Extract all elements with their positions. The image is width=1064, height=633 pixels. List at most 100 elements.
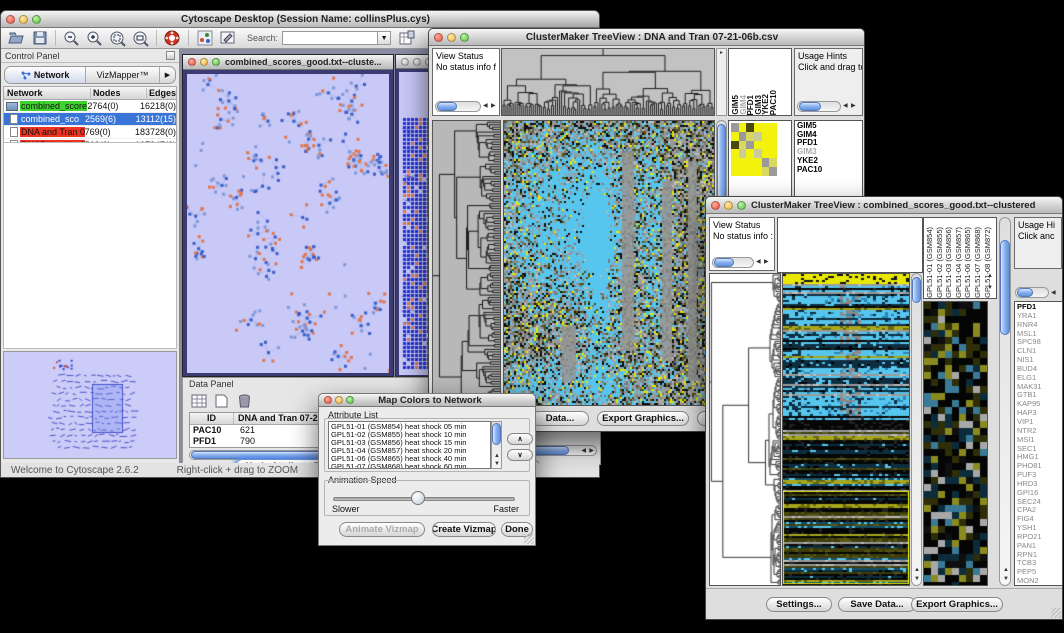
heatmap-canvas[interactable] <box>504 121 714 405</box>
matrix-cell[interactable] <box>746 141 754 150</box>
matrix-cell[interactable] <box>762 132 770 141</box>
delete-attribute-icon[interactable] <box>235 392 254 410</box>
zoom-window-icon[interactable] <box>460 33 469 42</box>
column-dendrogram-canvas[interactable] <box>502 49 714 115</box>
tab-vizmapper[interactable]: VizMapper™ <box>86 67 159 83</box>
save-data-button[interactable]: Save Data... <box>838 597 916 612</box>
matrix-cell[interactable] <box>754 123 762 132</box>
matrix-cell[interactable] <box>769 132 777 141</box>
minimize-icon[interactable] <box>447 33 456 42</box>
resize-grip[interactable] <box>524 534 534 544</box>
move-up-button[interactable]: ∧ <box>507 433 533 445</box>
matrix-cell[interactable] <box>769 123 777 132</box>
matrix-cell[interactable] <box>762 123 770 132</box>
resize-grip[interactable] <box>1051 608 1061 618</box>
matrix-cell[interactable] <box>762 149 770 158</box>
save-icon[interactable] <box>30 29 49 47</box>
treeview-dna-title-bar[interactable]: ClusterMaker TreeView : DNA and Tran 07-… <box>429 29 864 46</box>
close-icon[interactable] <box>401 58 409 66</box>
data-panel-hscrollbar-right[interactable]: ◀ ▶ <box>531 445 597 456</box>
matrix-cell[interactable] <box>762 141 770 150</box>
heatmap-vscrollbar[interactable]: ▲▼ <box>911 273 922 586</box>
close-icon[interactable] <box>188 58 196 66</box>
search-input[interactable] <box>282 31 378 45</box>
matrix-cell[interactable] <box>746 132 754 141</box>
view-status-hscrollbar[interactable] <box>435 101 481 112</box>
network-list-item[interactable]: DNA and Tran 07769(0)183728(0) <box>4 126 176 139</box>
import-table-icon[interactable] <box>397 29 416 47</box>
matrix-cell[interactable] <box>746 158 754 167</box>
tab-network[interactable]: Network <box>5 67 86 83</box>
save-data-button[interactable]: Data... <box>531 411 589 426</box>
network-list-item[interactable]: combined_scores_2764(0)16218(0) <box>4 100 176 113</box>
treeview-combined-title-bar[interactable]: ClusterMaker TreeView : combined_scores_… <box>706 197 1062 214</box>
matrix-cell[interactable] <box>739 149 747 158</box>
zoom-window-icon[interactable] <box>32 15 41 24</box>
create-vizmap-button[interactable]: Create Vizmap <box>432 522 496 537</box>
matrix-cell[interactable] <box>731 167 739 176</box>
close-icon[interactable] <box>324 396 332 404</box>
col-edges[interactable]: Edges <box>147 88 176 98</box>
col-id[interactable]: ID <box>190 413 234 424</box>
matrix-cell[interactable] <box>746 167 754 176</box>
matrix-cell[interactable] <box>754 132 762 141</box>
matrix-cell[interactable] <box>769 158 777 167</box>
col-network[interactable]: Network <box>4 88 91 98</box>
birdseye-canvas[interactable] <box>4 352 176 458</box>
row-dendrogram-canvas[interactable] <box>710 274 780 585</box>
zoom-matrix[interactable] <box>731 123 777 176</box>
birdseye-view[interactable] <box>3 351 177 459</box>
minimize-icon[interactable] <box>19 15 28 24</box>
usage-hints-hscrollbar[interactable] <box>1015 287 1049 298</box>
matrix-cell[interactable] <box>731 158 739 167</box>
matrix-cell[interactable] <box>754 141 762 150</box>
network-list-item[interactable]: combined_sco2569(6)13112(15) <box>4 113 176 126</box>
matrix-cell[interactable] <box>762 158 770 167</box>
matrix-cell[interactable] <box>754 158 762 167</box>
main-title-bar[interactable]: Cytoscape Desktop (Session Name: collins… <box>1 11 599 28</box>
attribute-list-item[interactable]: GPL51-07 (GSM868) heat shock 60 min <box>331 463 488 469</box>
matrix-cell[interactable] <box>769 141 777 150</box>
usage-hints-hscrollbar[interactable] <box>797 101 841 112</box>
zoom-out-icon[interactable] <box>62 29 81 47</box>
close-icon[interactable] <box>434 33 443 42</box>
matrix-cell[interactable] <box>731 149 739 158</box>
matrix-cell[interactable] <box>769 167 777 176</box>
attribute-list-vscrollbar[interactable]: ▲▼ <box>491 421 502 469</box>
heatmap-canvas[interactable] <box>783 274 909 585</box>
export-graphics-button[interactable]: Export Graphics... <box>597 411 689 426</box>
help-lifering-icon[interactable] <box>163 29 182 47</box>
matrix-cell[interactable] <box>769 149 777 158</box>
zoom-window-icon[interactable] <box>212 58 220 66</box>
attribute-list[interactable]: GPL51-01 (GSM854) heat shock 05 minGPL51… <box>328 421 491 469</box>
matrix-cell[interactable] <box>739 123 747 132</box>
minimize-icon[interactable] <box>724 201 733 210</box>
new-attribute-icon[interactable] <box>212 392 231 410</box>
col-nodes[interactable]: Nodes <box>91 88 147 98</box>
matrix-cell[interactable] <box>754 149 762 158</box>
minimize-icon[interactable] <box>413 58 421 66</box>
matrix-cell[interactable] <box>731 123 739 132</box>
vizmap-nodes-icon[interactable] <box>195 29 214 47</box>
close-icon[interactable] <box>6 15 15 24</box>
dialog-title-bar[interactable]: Map Colors to Network <box>319 394 535 407</box>
labels-vscrollbar[interactable]: ▲▼ <box>999 217 1011 586</box>
zoom-fit-icon[interactable] <box>131 29 150 47</box>
matrix-cell[interactable] <box>739 141 747 150</box>
minimize-icon[interactable] <box>335 396 343 404</box>
zoom-in-icon[interactable] <box>85 29 104 47</box>
matrix-cell[interactable] <box>739 132 747 141</box>
matrix-cell[interactable] <box>762 167 770 176</box>
annotation-icon[interactable] <box>218 29 237 47</box>
tab-overflow-arrow[interactable]: ▶ <box>159 67 175 83</box>
matrix-cell[interactable] <box>731 132 739 141</box>
search-dropdown-icon[interactable]: ▼ <box>378 31 391 45</box>
matrix-cell[interactable] <box>739 167 747 176</box>
export-graphics-button[interactable]: Export Graphics... <box>911 597 1003 612</box>
speed-slider-thumb[interactable] <box>411 491 425 505</box>
matrix-cell[interactable] <box>739 158 747 167</box>
zoom-window-icon[interactable] <box>737 201 746 210</box>
matrix-cell[interactable] <box>754 167 762 176</box>
zoom-window-icon[interactable] <box>346 396 354 404</box>
close-icon[interactable] <box>711 201 720 210</box>
